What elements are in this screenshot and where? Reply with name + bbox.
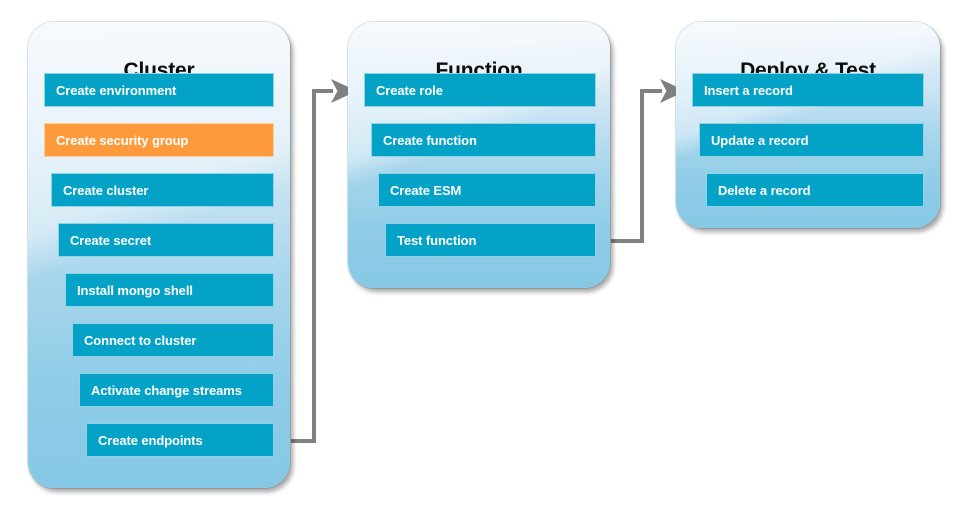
connector-function-to-deploy [611, 79, 686, 243]
step-label: Delete a record [718, 182, 811, 198]
step-label: Test function [397, 232, 477, 248]
step-create-endpoints[interactable]: Create endpoints [86, 423, 274, 457]
step-create-function[interactable]: Create function [371, 123, 596, 157]
step-delete-a-record[interactable]: Delete a record [706, 173, 924, 207]
step-create-environment[interactable]: Create environment [44, 73, 274, 107]
step-label: Activate change streams [91, 382, 242, 398]
step-activate-change-streams[interactable]: Activate change streams [79, 373, 274, 407]
step-create-cluster[interactable]: Create cluster [51, 173, 274, 207]
diagram-canvas: Cluster Create environment Create securi… [0, 0, 965, 505]
step-label: Create security group [56, 132, 189, 148]
step-label: Create endpoints [98, 432, 203, 448]
step-label: Create secret [70, 232, 152, 248]
step-create-esm[interactable]: Create ESM [378, 173, 596, 207]
step-update-a-record[interactable]: Update a record [699, 123, 924, 157]
step-connect-to-cluster[interactable]: Connect to cluster [72, 323, 274, 357]
connector-cluster-to-function [291, 79, 357, 443]
step-label: Install mongo shell [77, 282, 193, 298]
step-label: Connect to cluster [84, 332, 197, 348]
step-label: Create cluster [63, 182, 149, 198]
step-label: Create ESM [390, 182, 462, 198]
step-label: Create environment [56, 82, 177, 98]
step-create-role[interactable]: Create role [364, 73, 596, 107]
step-label: Insert a record [704, 82, 793, 98]
step-insert-a-record[interactable]: Insert a record [692, 73, 924, 107]
step-label: Update a record [711, 132, 809, 148]
step-create-security-group[interactable]: Create security group [44, 123, 274, 157]
step-install-mongo-shell[interactable]: Install mongo shell [65, 273, 274, 307]
step-test-function[interactable]: Test function [385, 223, 596, 257]
step-label: Create role [376, 82, 443, 98]
step-label: Create function [383, 132, 477, 148]
step-create-secret[interactable]: Create secret [58, 223, 274, 257]
